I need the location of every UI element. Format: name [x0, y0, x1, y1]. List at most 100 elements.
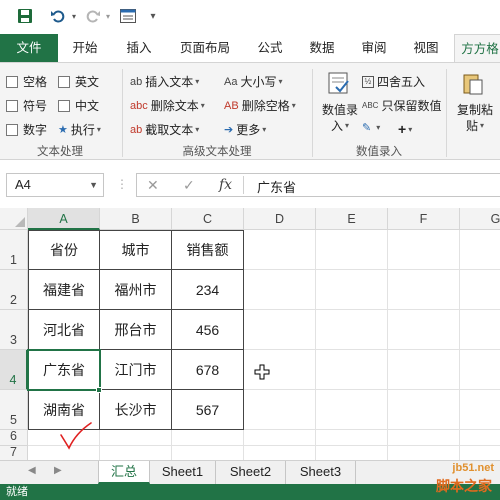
spreadsheet-grid[interactable]: A B C D E F G 1 2 3 4 5 6 7 省份 城市 销售额 福建…: [0, 208, 500, 460]
cut-text-button[interactable]: ab 截取文本 ▾: [130, 121, 199, 138]
value-entry-label: 数值录: [321, 103, 358, 117]
drag-handle-icon[interactable]: ⋮: [116, 177, 128, 191]
checkbox-space[interactable]: 空格: [6, 73, 47, 90]
group-label-advanced: 高级文本处理: [182, 146, 252, 158]
value-entry-button[interactable]: 数值录: [318, 101, 362, 118]
plus-button[interactable]: + ▾: [398, 121, 412, 137]
formula-input[interactable]: ✕ ✓ fx 广东省: [136, 173, 500, 197]
edit-format-button[interactable]: ✎ ▾: [362, 121, 380, 134]
row-header-3[interactable]: 3: [0, 310, 28, 350]
undo-dropdown-icon[interactable]: ▾: [68, 6, 80, 26]
tab-view[interactable]: 视图: [404, 34, 448, 62]
ribbon-tabs: 文件 开始 插入 页面布局 公式 数据 审阅 视图 方方格: [0, 34, 500, 62]
checkbox-symbol[interactable]: 符号: [6, 97, 47, 114]
sheet-next-icon[interactable]: ▶: [54, 465, 62, 476]
redo-dropdown-icon[interactable]: ▾: [103, 6, 113, 26]
delete-space-button[interactable]: AB 删除空格 ▾: [224, 97, 296, 114]
round-button[interactable]: ½ 四舍五入: [362, 73, 425, 90]
confirm-icon[interactable]: ✓: [183, 177, 195, 194]
form-icon[interactable]: [118, 6, 138, 26]
status-bar: 就绪: [0, 484, 500, 500]
table-header-cell[interactable]: 销售额: [172, 231, 244, 270]
row-header-6[interactable]: 6: [0, 429, 28, 446]
tab-review[interactable]: 审阅: [352, 34, 396, 62]
column-header-d[interactable]: D: [244, 208, 316, 230]
tab-file[interactable]: 文件: [0, 34, 58, 62]
column-header-b[interactable]: B: [100, 208, 172, 230]
table-header-cell[interactable]: 城市: [100, 231, 172, 270]
copy-paste-icon: [460, 71, 486, 97]
sheet-prev-icon[interactable]: ◀: [28, 465, 36, 476]
keep-value-icon: ABC: [362, 101, 379, 110]
column-header-e[interactable]: E: [316, 208, 388, 230]
row-header-2[interactable]: 2: [0, 270, 28, 310]
case-icon: Aa: [224, 75, 238, 88]
cancel-icon[interactable]: ✕: [147, 177, 159, 194]
row-header-5[interactable]: 5: [0, 390, 28, 430]
select-all-triangle: [15, 217, 25, 227]
value-entry-button-line2[interactable]: 入 ▾: [318, 117, 362, 134]
case-button[interactable]: Aa 大小写 ▾: [224, 73, 283, 90]
checkbox-number[interactable]: 数字: [6, 121, 47, 138]
checkbox-label: 中文: [75, 99, 100, 113]
sheet-tab-bar: ◀ ▶ 汇总 Sheet1 Sheet2 Sheet3: [0, 460, 500, 484]
sheet-tab-sheet3[interactable]: Sheet3: [286, 461, 356, 484]
gridline: [315, 230, 316, 460]
tab-insert[interactable]: 插入: [116, 34, 162, 62]
tab-page-layout[interactable]: 页面布局: [170, 34, 240, 62]
tab-home[interactable]: 开始: [62, 34, 108, 62]
tab-fangfangge[interactable]: 方方格: [454, 34, 500, 62]
group-label-number: 数值录入: [356, 146, 402, 158]
fill-handle[interactable]: [96, 387, 102, 393]
table-cell[interactable]: 河北省: [29, 310, 100, 350]
sheet-tab-summary[interactable]: 汇总: [98, 461, 150, 484]
value-entry-label-2: 入: [330, 119, 343, 133]
table-cell[interactable]: 678: [172, 350, 244, 390]
more-button[interactable]: ➔ 更多 ▾: [224, 121, 266, 138]
save-icon[interactable]: [14, 6, 36, 26]
table-cell[interactable]: 江门市: [100, 350, 172, 390]
sheet-tab-sheet1[interactable]: Sheet1: [150, 461, 216, 484]
table-cell[interactable]: 567: [172, 390, 244, 430]
sheet-tab-sheet2[interactable]: Sheet2: [216, 461, 286, 484]
function-icon[interactable]: fx: [219, 177, 232, 193]
table-cell[interactable]: 长沙市: [100, 390, 172, 430]
column-header-c[interactable]: C: [172, 208, 244, 230]
table-header-cell[interactable]: 省份: [29, 231, 100, 270]
keep-value-button[interactable]: ABC 只保留数值: [362, 97, 441, 114]
undo-icon[interactable]: [48, 6, 68, 26]
chevron-down-icon: ▾: [195, 125, 200, 134]
execute-icon: ★: [58, 124, 68, 136]
execute-button[interactable]: ★ 执行 ▾: [58, 121, 101, 138]
column-header-f[interactable]: F: [388, 208, 460, 230]
checkbox-chinese[interactable]: 中文: [58, 97, 99, 114]
column-header-a[interactable]: A: [28, 208, 100, 230]
column-header-g[interactable]: G: [460, 208, 500, 230]
chevron-down-icon: ▾: [408, 124, 413, 134]
watermark-logo: 脚本之家: [436, 478, 492, 494]
table-cell[interactable]: 福州市: [100, 270, 172, 310]
tab-formulas[interactable]: 公式: [248, 34, 292, 62]
table-cell[interactable]: 456: [172, 310, 244, 350]
insert-text-button[interactable]: ab 插入文本 ▾: [130, 73, 199, 90]
copy-paste-button[interactable]: 复制粘: [452, 101, 498, 118]
table-cell[interactable]: 福建省: [29, 270, 100, 310]
row-header-1[interactable]: 1: [0, 230, 28, 270]
watermark-url: jb51.net: [452, 462, 494, 474]
table-cell[interactable]: 234: [172, 270, 244, 310]
name-box[interactable]: A4 ▼: [6, 173, 104, 197]
cell-cursor-icon: [254, 364, 270, 380]
copy-paste-button-line2[interactable]: 贴 ▾: [452, 117, 498, 134]
group-divider: [312, 69, 313, 157]
customize-toolbar-icon[interactable]: ▾: [146, 6, 160, 26]
delete-text-button[interactable]: abc 删除文本 ▾: [130, 97, 205, 114]
redo-icon[interactable]: [84, 6, 102, 26]
row-header-7[interactable]: 7: [0, 445, 28, 460]
checkbox-english[interactable]: 英文: [58, 73, 99, 90]
tab-data[interactable]: 数据: [300, 34, 344, 62]
row-header-4[interactable]: 4: [0, 350, 28, 390]
chevron-down-icon: ▾: [376, 123, 381, 132]
select-all-button[interactable]: [0, 208, 28, 230]
table-cell[interactable]: 邢台市: [100, 310, 172, 350]
chevron-down-icon[interactable]: ▼: [89, 174, 98, 196]
